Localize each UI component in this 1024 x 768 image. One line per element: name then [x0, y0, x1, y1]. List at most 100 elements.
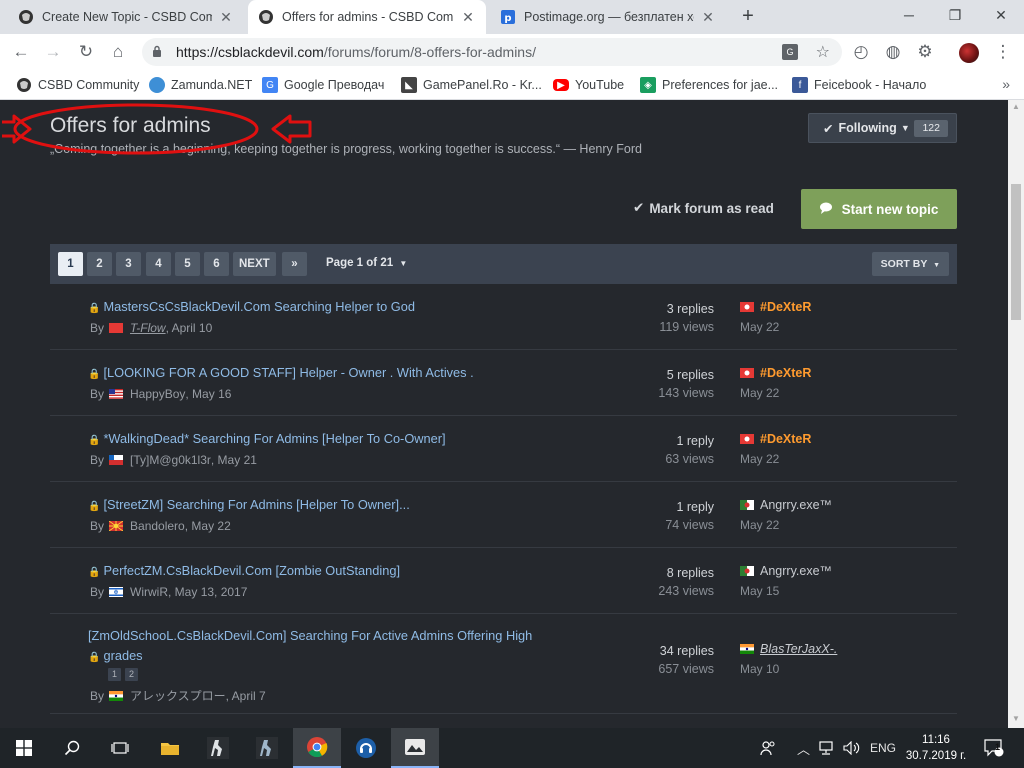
bookmark-zamunda[interactable]: Zamunda.NET [149, 76, 252, 94]
forum-page: Offers for admins „Coming together is a … [0, 100, 1008, 728]
show-hidden-icons-icon[interactable]: ︿ [797, 728, 810, 768]
search-icon[interactable] [48, 728, 96, 768]
author-link[interactable]: T-Flow [130, 321, 166, 335]
page-3-button[interactable]: 3 [116, 252, 141, 276]
page-2-button[interactable]: 2 [87, 252, 112, 276]
chrome-icon[interactable] [293, 728, 341, 768]
counter-strike-alt-icon[interactable] [243, 728, 291, 768]
menu-kebab-icon[interactable]: ⋮ [992, 41, 1014, 63]
author-link[interactable]: Bandolero [130, 519, 185, 533]
windows-start-icon[interactable] [0, 728, 48, 768]
author-link[interactable]: [Ty]M@g0k1l3r [130, 453, 211, 467]
author-link[interactable]: HappyBoy [130, 387, 185, 401]
scroll-down-icon[interactable]: ▼ [1008, 714, 1024, 723]
network-icon[interactable] [818, 728, 836, 768]
notifications-icon[interactable]: 1 [984, 728, 1004, 768]
last-post-date: May 15 [740, 584, 780, 598]
system-clock[interactable]: 11:16 30.7.2019 г. [904, 732, 968, 764]
speedometer-icon[interactable]: ◴ [850, 41, 872, 63]
topic-title-link[interactable]: 🔒 *WalkingDead* Searching For Admins [Hel… [88, 429, 446, 451]
mini-page-2[interactable]: 2 [125, 668, 138, 681]
bookmark-youtube[interactable]: ▶ YouTube [553, 76, 624, 94]
topic-starter: By WirwiR , May 13, 2017 [90, 585, 247, 599]
reload-icon[interactable]: ↻ [75, 41, 97, 63]
tab-close-icon[interactable]: ✕ [700, 9, 716, 26]
clock-time: 11:16 [922, 734, 950, 746]
last-poster-link[interactable]: Angrry.exe™ [740, 495, 832, 515]
bookmark-csbd[interactable]: CSBD Community [16, 76, 139, 94]
page-title: Offers for admins [50, 114, 211, 137]
bookmark-google-translate[interactable]: G Google Преводач [262, 76, 384, 94]
task-view-icon[interactable] [96, 728, 144, 768]
back-icon[interactable]: ← [10, 41, 32, 63]
tab-close-icon[interactable]: ✕ [460, 9, 476, 26]
topic-title-link[interactable]: 🔒 [LOOKING FOR A GOOD STAFF] Helper - Own… [88, 363, 474, 385]
bookmark-label: Google Преводач [284, 78, 385, 92]
bookmark-gamepanel[interactable]: ◣ GamePanel.Ro - Kr... [401, 76, 542, 94]
mini-page-1[interactable]: 1 [108, 668, 121, 681]
close-window-icon[interactable]: ✕ [978, 4, 1024, 30]
people-icon[interactable] [760, 728, 776, 768]
input-language[interactable]: ENG [870, 728, 896, 768]
restore-icon[interactable]: ❐ [932, 4, 978, 30]
page-jump-dropdown[interactable]: Page 1 of 21 ▼ [326, 257, 407, 269]
topic-title-link[interactable]: 🔒 grades [88, 646, 143, 668]
author-link[interactable]: WirwiR [130, 585, 168, 599]
topic-title-link[interactable]: 🔒 MastersCsCsBlackDevil.Com Searching Hel… [88, 297, 415, 319]
topic-title-link[interactable]: [ZmOldSchooL.CsBlackDevil.Com] Searching… [88, 626, 532, 646]
photos-app-icon[interactable] [391, 728, 439, 768]
csbd-favicon-icon [16, 77, 32, 93]
forward-icon[interactable]: → [42, 41, 64, 63]
address-bar[interactable]: https://csblackdevil.com/forums/forum/8-… [142, 38, 842, 66]
last-page-button[interactable]: » [282, 252, 307, 276]
bookmark-preferences[interactable]: ◈ Preferences for jae... [640, 76, 778, 94]
tab-create-new-topic[interactable]: Create New Topic - CSBD Commu ✕ [8, 0, 244, 34]
tab-label: Offers for admins - CSBD Commu [282, 10, 454, 24]
start-new-topic-button[interactable]: Start new topic [801, 189, 957, 229]
globe-icon[interactable]: ◍ [882, 41, 904, 63]
last-poster-link[interactable]: #DeXteR [740, 363, 811, 383]
page-1-button[interactable]: 1 [58, 252, 83, 276]
scrollbar-thumb[interactable] [1011, 184, 1021, 320]
topic-stats: 34 replies 657 views [658, 642, 714, 678]
bookmark-facebook[interactable]: f Feicebook - Начало [792, 76, 926, 94]
last-poster-name: #DeXteR [760, 366, 812, 380]
profile-avatar[interactable] [959, 43, 979, 63]
topic-title: PerfectZM.CsBlackDevil.Com [Zombie OutSt… [103, 563, 401, 578]
scroll-up-icon[interactable]: ▲ [1008, 102, 1024, 111]
topic-title: [LOOKING FOR A GOOD STAFF] Helper - Owne… [103, 365, 474, 380]
lock-icon: 🔒 [88, 435, 101, 446]
translate-icon[interactable]: G [782, 44, 798, 60]
home-icon[interactable]: ⌂ [107, 41, 129, 63]
bookmark-star-icon[interactable]: ☆ [816, 42, 830, 62]
page-scrollbar[interactable]: ▲ ▼ [1008, 100, 1024, 728]
last-poster-link[interactable]: #DeXteR [740, 429, 811, 449]
view-count: 119 views [659, 320, 714, 334]
tab-offers-for-admins[interactable]: Offers for admins - CSBD Commu ✕ [248, 0, 486, 34]
tab-postimage[interactable]: p Postimage.org — безплатен хост ✕ [490, 0, 726, 34]
page-5-button[interactable]: 5 [175, 252, 200, 276]
bookmarks-overflow-button[interactable]: » [1002, 76, 1010, 92]
author-link[interactable]: アレックスプロー [130, 687, 226, 704]
last-poster-link[interactable]: BlasTerJaxX-. [740, 639, 837, 659]
topic-title-link[interactable]: 🔒 [StreetZM] Searching For Admins [Helper… [88, 495, 410, 517]
last-poster-name: Angrry.exe™ [760, 564, 833, 578]
tab-close-icon[interactable]: ✕ [218, 9, 234, 26]
next-page-button[interactable]: NEXT [233, 252, 276, 276]
page-4-button[interactable]: 4 [146, 252, 171, 276]
last-poster-link[interactable]: Angrry.exe™ [740, 561, 832, 581]
file-explorer-icon[interactable] [146, 728, 194, 768]
new-tab-button[interactable]: + [737, 6, 759, 28]
follow-button[interactable]: ✔ Following ▼ 122 [808, 113, 957, 143]
extension-icon[interactable]: ⚙ [914, 41, 936, 63]
counter-strike-icon[interactable] [194, 728, 242, 768]
teamspeak-icon[interactable] [342, 728, 390, 768]
topic-title-link[interactable]: 🔒 PerfectZM.CsBlackDevil.Com [Zombie OutS… [88, 561, 400, 583]
mark-forum-read-button[interactable]: ✔ Mark forum as read [633, 200, 774, 216]
minimize-icon[interactable]: ─ [886, 4, 932, 30]
last-poster-link[interactable]: #DeXteR [740, 297, 811, 317]
page-6-button[interactable]: 6 [204, 252, 229, 276]
volume-icon[interactable] [843, 728, 861, 768]
by-label: By [90, 453, 105, 467]
sort-by-dropdown[interactable]: SORT BY ▼ [871, 252, 949, 276]
